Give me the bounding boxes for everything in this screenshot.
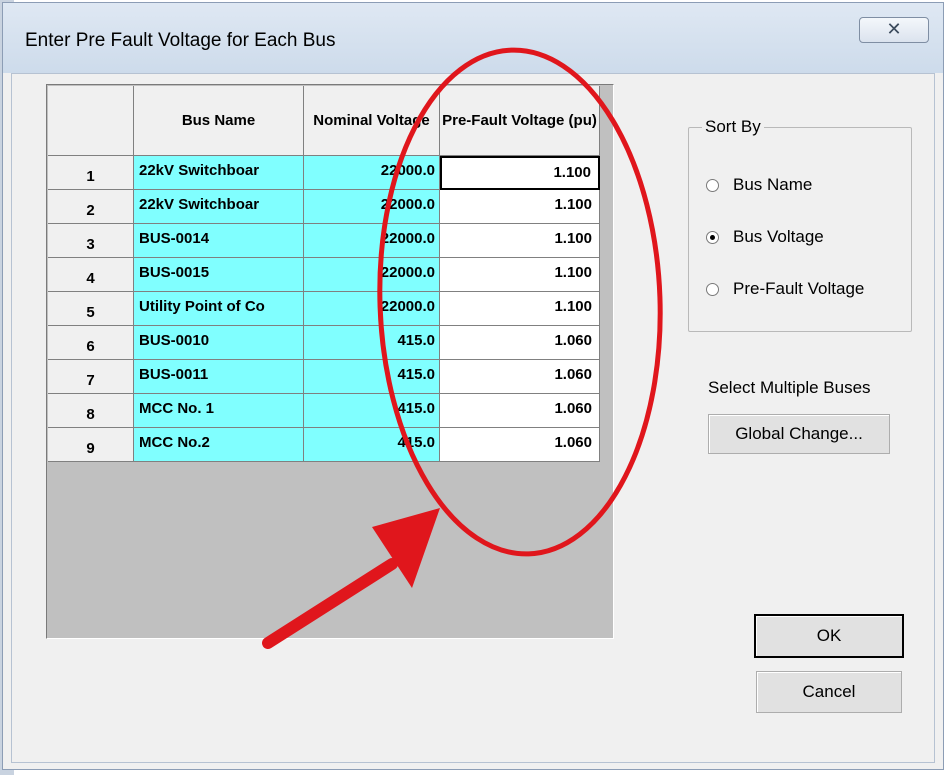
bus-name-cell: Utility Point of Co	[134, 292, 304, 326]
header-bus-name[interactable]: Bus Name	[134, 86, 304, 156]
global-change-button[interactable]: Global Change...	[708, 414, 890, 454]
nominal-voltage-cell: 415.0	[304, 394, 440, 428]
row-number[interactable]: 6	[48, 326, 134, 360]
select-multiple-buses-label: Select Multiple Buses	[708, 378, 871, 397]
radio-button-icon[interactable]	[706, 282, 719, 296]
bus-name-cell: 22kV Switchboar	[134, 156, 304, 190]
bus-name-cell: BUS-0015	[134, 258, 304, 292]
nominal-voltage-cell: 415.0	[304, 428, 440, 462]
sort-bus-name-radio[interactable]: Bus Name	[706, 175, 812, 195]
pre-fault-voltage-cell[interactable]: 1.060	[440, 428, 600, 462]
bus-name-cell: BUS-0014	[134, 224, 304, 258]
pre-fault-voltage-cell[interactable]: 1.100	[440, 156, 600, 190]
nominal-voltage-cell: 22000.0	[304, 292, 440, 326]
row-number[interactable]: 1	[48, 156, 134, 190]
pre-fault-voltage-cell[interactable]: 1.100	[440, 224, 600, 258]
bus-name-cell: MCC No. 1	[134, 394, 304, 428]
row-number[interactable]: 8	[48, 394, 134, 428]
nominal-voltage-cell: 22000.0	[304, 224, 440, 258]
row-number[interactable]: 7	[48, 360, 134, 394]
bus-voltage-grid[interactable]: Bus Name Nominal Voltage Pre-Fault Volta…	[46, 84, 614, 639]
pre-fault-voltage-cell[interactable]: 1.100	[440, 190, 600, 224]
sort-option-label: Bus Voltage	[733, 227, 824, 246]
row-number[interactable]: 4	[48, 258, 134, 292]
bus-name-cell: 22kV Switchboar	[134, 190, 304, 224]
nominal-voltage-cell: 22000.0	[304, 190, 440, 224]
row-number[interactable]: 5	[48, 292, 134, 326]
header-row-number	[48, 86, 134, 156]
row-number[interactable]: 2	[48, 190, 134, 224]
sort-bus-voltage-radio[interactable]: Bus Voltage	[706, 227, 824, 247]
nominal-voltage-cell: 22000.0	[304, 156, 440, 190]
pre-fault-voltage-cell[interactable]: 1.060	[440, 326, 600, 360]
ok-button[interactable]: OK	[754, 614, 904, 658]
title-bar[interactable]: Enter Pre Fault Voltage for Each Bus ✕	[3, 3, 943, 73]
nominal-voltage-cell: 415.0	[304, 326, 440, 360]
sort-option-label: Bus Name	[733, 175, 813, 194]
pre-fault-voltage-cell[interactable]: 1.100	[440, 258, 600, 292]
bus-name-cell: BUS-0010	[134, 326, 304, 360]
bus-name-cell: BUS-0011	[134, 360, 304, 394]
row-number[interactable]: 3	[48, 224, 134, 258]
header-nominal-voltage[interactable]: Nominal Voltage	[304, 86, 440, 156]
radio-button-icon[interactable]	[706, 230, 719, 244]
close-button[interactable]: ✕	[859, 17, 929, 43]
nominal-voltage-cell: 415.0	[304, 360, 440, 394]
window-title: Enter Pre Fault Voltage for Each Bus	[25, 30, 336, 51]
cancel-button[interactable]: Cancel	[756, 671, 902, 713]
nominal-voltage-cell: 22000.0	[304, 258, 440, 292]
sort-by-legend: Sort By	[702, 117, 764, 137]
sort-option-label: Pre-Fault Voltage	[733, 279, 865, 298]
row-number[interactable]: 9	[48, 428, 134, 462]
pre-fault-voltage-cell[interactable]: 1.100	[440, 292, 600, 326]
close-icon: ✕	[886, 19, 902, 39]
bus-name-cell: MCC No.2	[134, 428, 304, 462]
pre-fault-voltage-cell[interactable]: 1.060	[440, 394, 600, 428]
header-pre-fault-voltage[interactable]: Pre-Fault Voltage (pu)	[440, 86, 600, 156]
pre-fault-voltage-cell[interactable]: 1.060	[440, 360, 600, 394]
radio-button-icon[interactable]	[706, 178, 719, 192]
sort-pre-fault-voltage-radio[interactable]: Pre-Fault Voltage	[706, 279, 864, 299]
